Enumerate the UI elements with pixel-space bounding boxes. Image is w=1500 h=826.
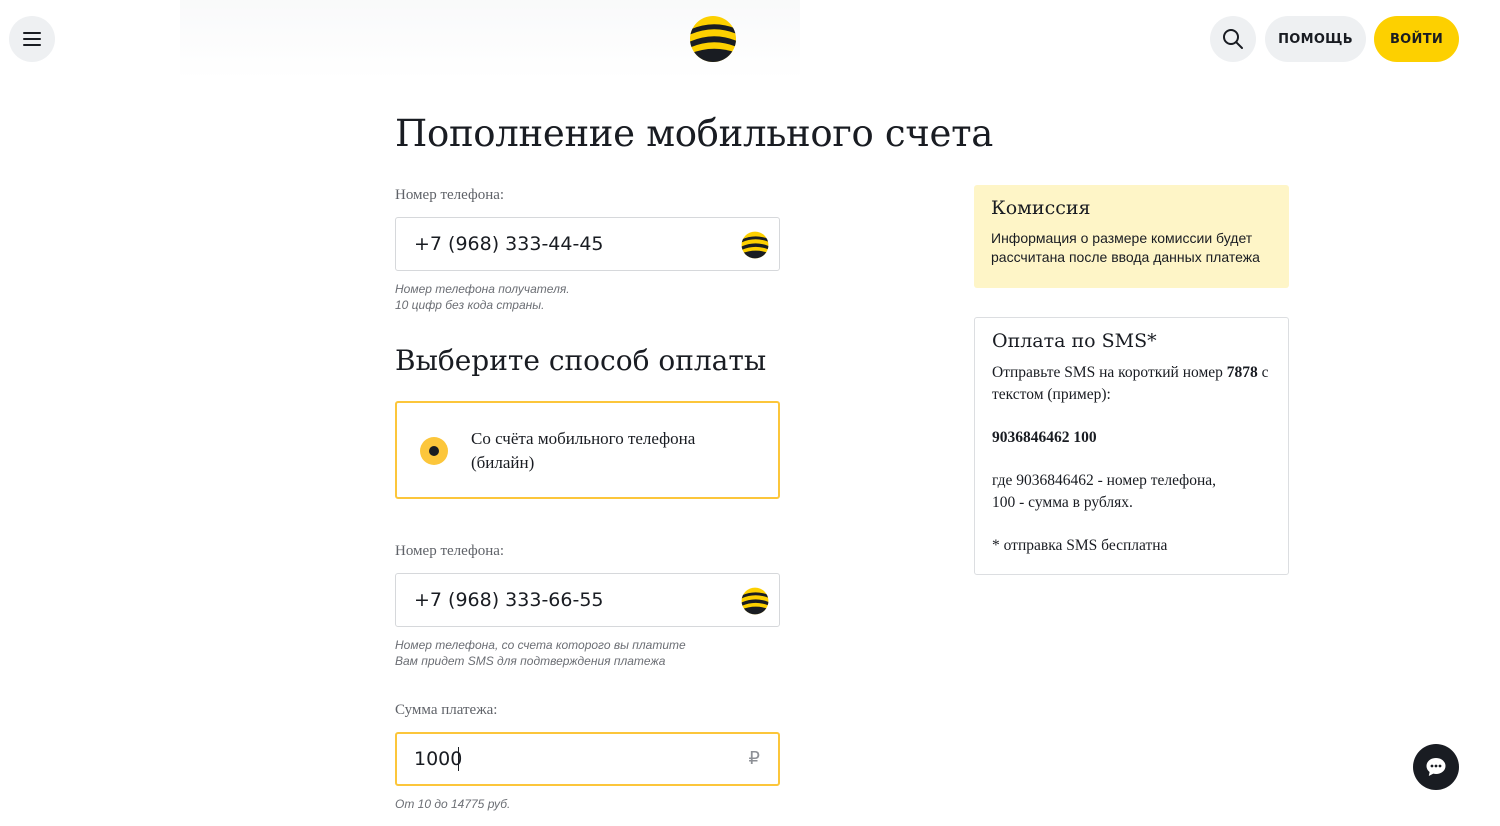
sms-payment-card: Оплата по SMS* Отправьте SMS на короткий… [974,317,1289,575]
payer-phone-field[interactable] [395,573,780,627]
search-icon [1223,29,1243,49]
commission-card: Комиссия Информация о размере комиссии б… [974,185,1289,288]
amount-input[interactable] [414,734,714,784]
sms-instruction-start: Отправьте SMS на короткий номер [992,364,1227,381]
payment-option-radio[interactable] [420,437,448,465]
login-button[interactable]: ВОЙТИ [1374,16,1459,62]
commission-text: Информация о размере комиссии будет расс… [991,230,1260,265]
recipient-phone-label: Номер телефона: [395,187,505,203]
payer-phone-hint-2: Вам придет SMS для подтверждения платежа [395,654,666,668]
amount-field[interactable]: ₽ [395,732,780,786]
recipient-phone-hint-1: Номер телефона получателя. [395,282,570,296]
sms-example-text: 9036846462 100 [992,429,1097,446]
beeline-logo-icon[interactable] [689,15,737,63]
page-title: Пополнение мобильного счета [395,112,994,155]
chat-button[interactable] [1413,744,1459,790]
help-button[interactable]: ПОМОЩЬ [1265,16,1366,62]
radio-selected-dot [429,446,439,456]
beeline-logo-icon [741,231,769,259]
payment-option-label: Со счёта мобильного телефона (билайн) [471,429,696,472]
sms-explanation-2: 100 - сумма в рублях. [992,494,1133,511]
sms-explanation-1: где 9036846462 - номер телефона, [992,472,1217,489]
sms-example: 9036846462 100 [992,427,1271,449]
payer-phone-hint-1: Номер телефона, со счета которого вы пла… [395,638,686,652]
recipient-phone-hint-2: 10 цифр без кода страны. [395,298,545,312]
payment-method-title: Выберите способ оплаты [395,344,767,377]
payer-phone-input[interactable] [414,574,714,626]
payer-phone-label: Номер телефона: [395,543,505,559]
search-button[interactable] [1210,16,1256,62]
sms-short-number: 7878 [1226,364,1258,381]
text-cursor [458,747,459,771]
amount-label: Сумма платежа: [395,702,498,718]
sms-instruction: Отправьте SMS на короткий номер 7878 с т… [992,362,1271,406]
sms-title: Оплата по SMS* [992,330,1157,352]
ruble-icon: ₽ [748,748,760,769]
recipient-phone-input[interactable] [414,218,714,270]
beeline-logo-icon [741,587,769,615]
recipient-phone-field[interactable] [395,217,780,271]
sms-explanation: где 9036846462 - номер телефона, 100 - су… [992,470,1271,514]
menu-button[interactable] [9,16,55,62]
hamburger-icon [23,32,41,46]
page: ПОМОЩЬ ВОЙТИ Пополнение мобильного счета… [0,0,1500,826]
amount-hint: От 10 до 14775 руб. [395,797,511,811]
chat-bubble-icon [1426,758,1446,776]
payment-option-mobile-balance[interactable]: Со счёта мобильного телефона (билайн) [395,401,780,499]
commission-title: Комиссия [991,197,1091,219]
sms-note: * отправка SMS бесплатна [992,537,1168,554]
